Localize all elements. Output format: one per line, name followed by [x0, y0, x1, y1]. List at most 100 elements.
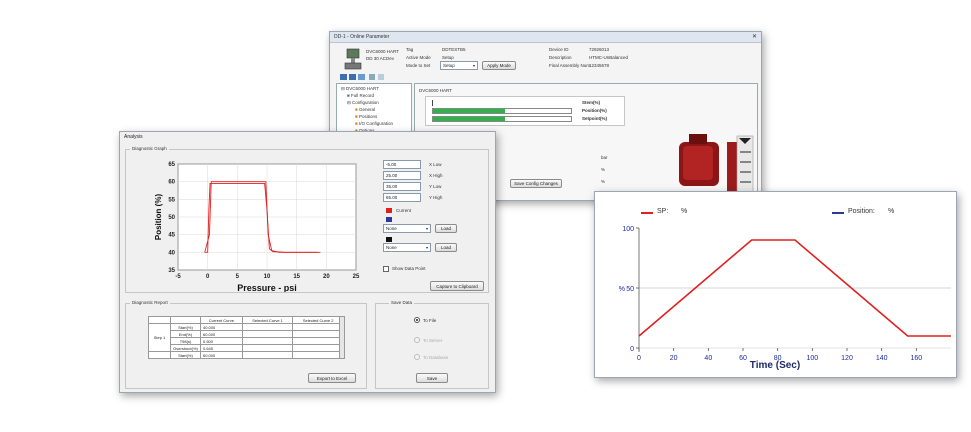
report-group-label: Diagnostic Report: [130, 300, 170, 305]
chevron-down-icon: ▾: [425, 226, 428, 231]
bar-position-fill: [433, 109, 505, 113]
bar-group: Stem(%) Position(%) Setpoint(%): [425, 96, 625, 126]
x-tick-label: 120: [841, 355, 853, 362]
bar-stem: [432, 100, 572, 106]
toolbar-refresh-icon[interactable]: [369, 74, 375, 80]
analysis-title: Analysis: [124, 134, 143, 140]
tree-item-full-record[interactable]: ■ Full Record: [347, 93, 374, 98]
radio-file[interactable]: [414, 317, 420, 323]
save-button[interactable]: Save: [416, 373, 448, 383]
x-tick-label: 40: [704, 355, 712, 362]
close-icon[interactable]: ✕: [752, 32, 757, 43]
radio-server-label: To Server: [423, 338, 443, 343]
x-tick-label: 140: [876, 355, 888, 362]
radio-database-label: To Database: [423, 355, 449, 360]
device-window-titlebar: DD-1 - Online Parameter ✕: [330, 32, 761, 43]
empty-cell: [241, 344, 294, 352]
y-tick-label: 50: [626, 286, 634, 293]
bar-position-label: Position(%): [582, 108, 607, 113]
tree-item-positions[interactable]: ■ Positions: [355, 114, 377, 119]
table-row: End(%) 60.000: [149, 330, 344, 338]
y-tick-label: 50: [168, 215, 175, 221]
mode-to-set-label: Mode to Set: [406, 63, 431, 68]
x-low-field[interactable]: -5.00: [383, 160, 421, 169]
partial-unit-1: bar: [601, 155, 608, 160]
bar-setpoint: [432, 116, 572, 122]
toolbar-view-icon[interactable]: [340, 74, 347, 80]
step-cell: Step 1: [148, 323, 171, 352]
tree-item-configuration[interactable]: ⊟ Configuration: [347, 100, 379, 106]
save-config-button[interactable]: Save Config Changes: [510, 179, 562, 188]
y-tick-label: 40: [168, 250, 175, 256]
value-cell: 60.000: [200, 330, 243, 338]
final-assembly-value: 12345678: [589, 63, 610, 68]
table-scrollbar[interactable]: [339, 316, 345, 359]
empty-cell: [292, 344, 344, 352]
save-group-label: Save Data: [389, 300, 415, 305]
device-id-label: Device ID: [549, 47, 569, 52]
header-cell: [148, 316, 171, 324]
y-unit-label: %: [619, 286, 625, 293]
export-excel-button[interactable]: Export to Excel: [308, 373, 356, 383]
device-name-2: DD 30 ACDev: [366, 56, 395, 61]
load-curve-1-button[interactable]: Load: [435, 224, 457, 233]
tag-label: Tag: [406, 47, 414, 52]
x-tick-label: 20: [670, 355, 678, 362]
description-label: Description: [549, 55, 572, 60]
current-label: Current: [396, 208, 412, 213]
time-chart: 050100%0 20 40 60 80 100 120 140 160Time (Sec): [619, 226, 951, 371]
toolbar-list-icon[interactable]: [349, 74, 356, 80]
curve-1-select[interactable]: None ▾: [383, 224, 431, 233]
curve-2-select[interactable]: None ▾: [383, 243, 431, 252]
radio-server[interactable]: [414, 337, 420, 343]
device-window-title: DD-1 - Online Parameter: [334, 34, 390, 40]
x-high-label: X High: [429, 173, 443, 178]
y-tick-label: 100: [622, 226, 634, 233]
apply-mode-button[interactable]: Apply Mode: [482, 61, 516, 70]
empty-cell: [292, 337, 344, 345]
y-tick-label: 35: [168, 268, 175, 274]
capture-clipboard-button[interactable]: Capture to Clipboard: [430, 281, 484, 291]
radio-file-label: To File: [423, 318, 437, 323]
description-value: HTMC-UnBalanced: [589, 55, 629, 60]
x-high-field[interactable]: 25.00: [383, 171, 421, 180]
bar-position: [432, 108, 572, 114]
param-cell: T98(s): [170, 337, 201, 345]
x-low-label: X Low: [429, 162, 442, 167]
y-high-field[interactable]: 65.00: [383, 193, 421, 202]
toolbar-grid-icon[interactable]: [358, 74, 365, 80]
partial-unit-2: %: [601, 167, 606, 172]
x-tick-label: 15: [293, 274, 300, 280]
time-chart-window: SP: % Position: % 0 50 100% 0 20 40 60 80 100 120…: [594, 191, 957, 378]
show-datapoint-checkbox[interactable]: [383, 266, 389, 272]
x-tick-label: 60: [739, 355, 747, 362]
empty-cell: [292, 351, 344, 359]
param-cell: Start(%): [170, 351, 201, 359]
load-curve-2-button[interactable]: Load: [435, 243, 457, 252]
toolbar-help-icon[interactable]: [378, 74, 384, 80]
value-cell: 40.000: [200, 323, 243, 331]
toolbar: [338, 73, 408, 82]
bar-stem-label: Stem(%): [582, 100, 601, 105]
y-low-field[interactable]: 35.00: [383, 182, 421, 191]
value-cell: 0.500: [200, 337, 243, 345]
table-row: T98(s) 0.500: [149, 337, 344, 345]
mode-to-set-value: Setup: [443, 63, 455, 68]
y-tick-label: 0: [630, 346, 634, 353]
radio-database[interactable]: [414, 354, 420, 360]
tree-item-root[interactable]: ⊟ DVC6000 HART: [341, 86, 379, 92]
mode-to-set-select[interactable]: Setup ▾: [440, 61, 478, 70]
header-cell: Selected Curve 2: [292, 316, 344, 324]
tree-item-io-configuration[interactable]: ■ I/O Configuration: [355, 121, 393, 126]
empty-cell: [241, 323, 294, 331]
x-tick-label: -5: [175, 274, 181, 280]
active-mode-label: Active Mode: [406, 55, 431, 60]
report-table: Current Curve Selected Curve 1 Selected …: [148, 316, 344, 359]
x-axis-label: Pressure - psi: [237, 283, 297, 292]
param-cell: End(%): [170, 330, 201, 338]
partial-unit-3: %: [601, 179, 606, 184]
device-name-1: DVC6000 HART: [366, 49, 399, 54]
table-row: Step 1 Start(%) 40.000: [148, 323, 344, 352]
tree-item-general[interactable]: ■ General: [355, 107, 375, 112]
x-tick-label: 160: [910, 355, 922, 362]
